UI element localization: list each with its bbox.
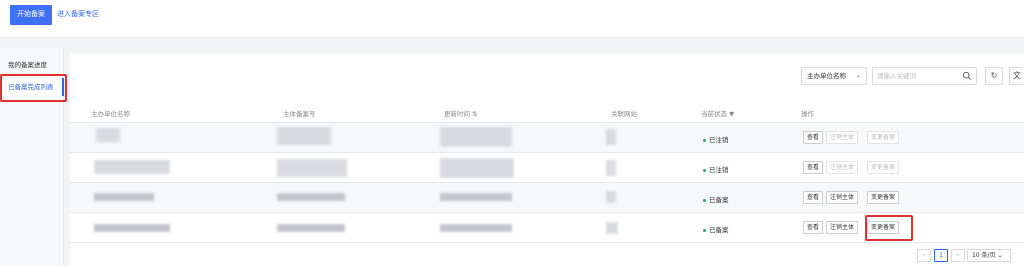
pagination-next-button[interactable]: › [951,249,965,262]
column-header-label: 当前状态 [701,110,727,118]
status-dot [703,168,706,172]
export-button[interactable]: 文 [1009,67,1024,85]
pagination-page-1[interactable]: 1 [934,249,948,262]
redacted-cell [96,128,120,142]
deregister-button[interactable]: 注销主体 [826,221,859,234]
status-dot [703,198,706,202]
search-box [872,67,977,85]
column-header: 主体备案号 [283,110,316,118]
column-header: 关联网站 [611,110,637,118]
chevron-down-icon: ⌄ [855,72,861,79]
sort-icon: ⇅ [472,110,478,118]
table-row: 已注销 查看 注销主体 变更备案 [70,153,1024,183]
page-size-value: 10 条/页 [972,252,996,259]
status-dot [703,138,706,142]
redacted-cell [94,160,170,174]
sidebar-item-progress[interactable]: 我的备案进度 [0,56,64,74]
deregister-button[interactable]: 注销主体 [826,131,859,144]
column-header: 主办单位名称 [91,110,130,118]
change-filing-button[interactable]: 变更备案 [867,131,900,144]
redacted-cell [440,158,514,178]
table-header: 主办单位名称 主体备案号 更新时间 ⇅ 关联网站 当前状态 ▼ 操作 [70,101,1024,123]
redacted-cell [277,159,347,177]
refresh-icon: ↻ [990,71,998,80]
top-bar: 开始备案 进入备案专区 [0,0,1024,38]
page-size-select[interactable]: 10 条/页 ⌄ [967,249,1011,262]
deregister-button[interactable]: 注销主体 [826,191,859,204]
redacted-cell [440,224,512,232]
change-filing-button[interactable]: 变更备案 [867,191,900,204]
change-filing-button[interactable]: 变更备案 [867,161,900,174]
column-header-label: 更新时间 [444,110,470,118]
pagination-prev-button[interactable]: ‹ [917,249,931,262]
enter-filing-zone-link[interactable]: 进入备案专区 [57,9,99,19]
view-button[interactable]: 查看 [803,131,824,144]
sidebar-item-label: 我的备案进度 [8,61,47,69]
redacted-cell [440,193,512,201]
status-text: 已备案 [709,196,729,204]
change-filing-highlight-box [865,215,913,241]
redacted-cell [606,222,618,234]
redacted-cell [94,193,154,201]
view-button[interactable]: 查看 [803,191,824,204]
deregister-button[interactable]: 注销主体 [826,161,859,174]
filter-icon: ▼ [729,110,735,118]
column-header: 操作 [801,110,814,118]
column-header-sortable[interactable]: 更新时间 ⇅ [444,108,478,118]
redacted-cell [94,224,170,232]
view-button[interactable]: 查看 [803,161,824,174]
refresh-button[interactable]: ↻ [985,67,1003,85]
status-dot [703,228,706,232]
status-badge: 已备案 [703,194,729,204]
column-header-filterable[interactable]: 当前状态 ▼ [701,108,734,118]
status-badge: 已备案 [703,224,729,234]
export-label: 文 [1013,71,1021,80]
redacted-cell [606,129,616,145]
view-button[interactable]: 查看 [803,221,824,234]
redacted-cell [606,160,616,176]
table-row: 已备案 查看 注销主体 变更备案 [70,183,1024,213]
filter-field-select[interactable]: 主办单位名称 ⌄ [801,67,867,85]
redacted-cell [277,193,345,201]
redacted-cell [606,191,616,203]
filter-field-value: 主办单位名称 [807,72,846,80]
status-badge: 已注销 [703,164,729,174]
search-input[interactable] [877,70,959,82]
start-filing-button[interactable]: 开始备案 [10,5,52,25]
status-text: 已注销 [709,166,729,174]
table-row: 已注销 查看 注销主体 变更备案 [70,123,1024,153]
sidebar-highlight-box [0,74,67,102]
status-badge: 已注销 [703,134,729,144]
redacted-cell [277,224,345,232]
search-icon[interactable] [962,71,972,81]
chevron-down-icon: ⌄ [997,252,1003,259]
status-text: 已备案 [709,226,729,234]
status-text: 已注销 [709,136,729,144]
redacted-cell [277,127,331,145]
redacted-cell [440,127,512,147]
